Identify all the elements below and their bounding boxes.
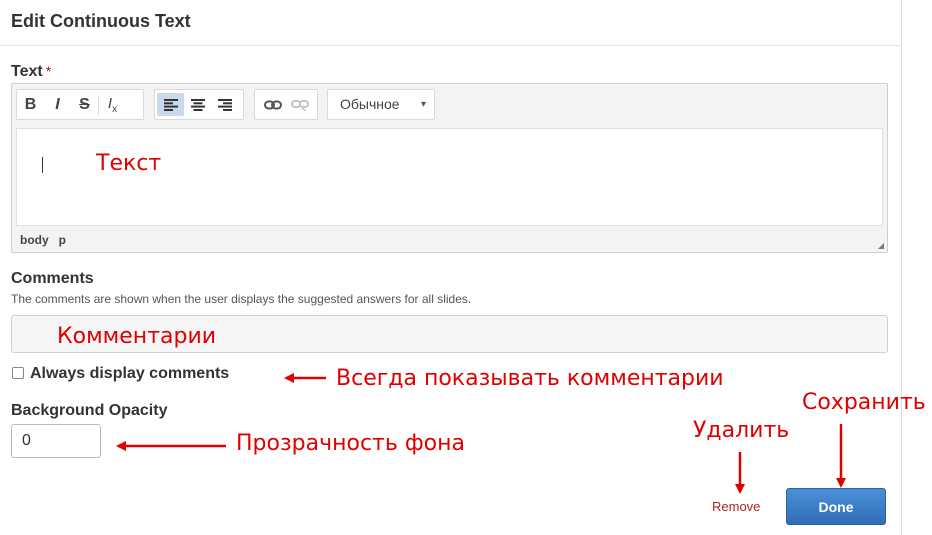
align-center-icon [190, 98, 205, 111]
link-icon [263, 100, 282, 109]
dialog-title: Edit Continuous Text [11, 11, 191, 31]
chevron-down-icon: ▾ [420, 99, 426, 110]
align-left-button[interactable] [157, 93, 184, 116]
annotation-done: Сохранить [802, 390, 926, 415]
align-right-icon [217, 98, 232, 111]
comments-hint: The comments are shown when the user dis… [11, 292, 472, 306]
resize-grip-icon[interactable] [878, 243, 884, 249]
text-edit-area[interactable] [16, 128, 883, 226]
annotation-text: Текст [96, 151, 162, 176]
toolbar-basic-styles: B I S Ix [16, 89, 144, 120]
format-select-value: Обычное [340, 96, 400, 112]
done-button[interactable]: Done [786, 488, 886, 525]
italic-button[interactable]: I [44, 93, 71, 116]
format-select[interactable]: Обычное ▾ [327, 89, 435, 120]
align-center-button[interactable] [184, 93, 211, 116]
unlink-button[interactable] [286, 93, 313, 116]
align-left-icon [163, 98, 178, 111]
toolbar-alignment [154, 89, 244, 120]
annotation-remove: Удалить [693, 418, 790, 443]
text-field-label: Text * [11, 63, 51, 81]
text-label: Text [11, 63, 43, 80]
background-opacity-label: Background Opacity [11, 402, 168, 419]
path-item-body[interactable]: body [20, 233, 49, 247]
annotation-comments: Комментарии [57, 324, 217, 349]
annotation-always-display: Всегда показывать комментарии [336, 366, 724, 391]
remove-format-button[interactable]: Ix [99, 93, 126, 116]
dialog-header: Edit Continuous Text [0, 0, 902, 46]
always-display-label: Always display comments [30, 365, 230, 382]
link-button[interactable] [259, 93, 286, 116]
align-right-button[interactable] [211, 93, 238, 116]
background-opacity-input[interactable]: 0 [11, 424, 101, 458]
bold-button[interactable]: B [17, 93, 44, 116]
remove-link[interactable]: Remove [712, 499, 760, 514]
comments-label: Comments [11, 270, 94, 287]
remove-format-icon: Ix [107, 94, 118, 115]
unlink-icon [290, 99, 309, 111]
toolbar-links [254, 89, 318, 120]
text-cursor [42, 157, 43, 173]
path-item-p[interactable]: p [59, 233, 66, 247]
annotation-opacity: Прозрачность фона [236, 431, 465, 456]
strike-button[interactable]: S [71, 93, 98, 116]
always-display-checkbox[interactable] [12, 367, 24, 379]
element-path-bar: body p [20, 233, 76, 247]
required-marker: * [45, 63, 52, 79]
